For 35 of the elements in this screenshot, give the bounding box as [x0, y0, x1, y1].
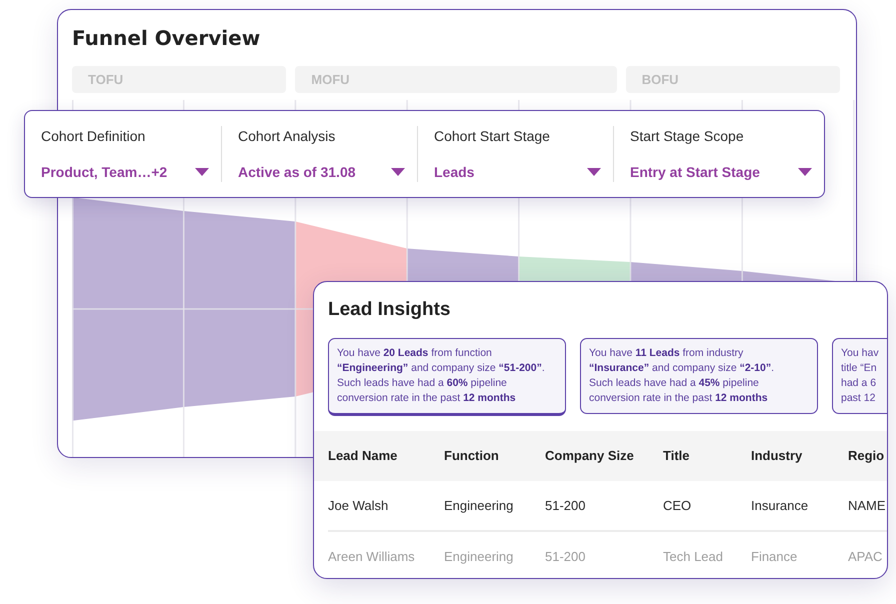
panel-title: Funnel Overview	[72, 26, 260, 50]
table-cell-text: Finance	[751, 548, 798, 566]
table-cell-text: 51-200	[545, 496, 586, 515]
panel-title: Lead Insights	[328, 299, 452, 321]
filter-dropdown[interactable]: Product, Team…+2	[41, 162, 209, 182]
insight-card[interactable]: You have 20 Leads from function “Engineering” and company size “51-200”. Such leads have had a 60% pipeline conversion rate in the past 12 months	[328, 338, 566, 416]
caret-icon	[195, 168, 209, 176]
table-cell-text: Tech Lead	[663, 548, 723, 566]
filter-dropdown[interactable]: Entry at Start Stage	[630, 162, 812, 182]
caret-icon	[798, 168, 812, 176]
column-header: Company Size	[545, 447, 634, 466]
caret-icon	[391, 168, 405, 176]
column-header: Title	[663, 447, 690, 466]
filter-label: Start Stage Scope	[630, 127, 744, 146]
insight-card[interactable]: You hav title “En had a 6 past 12	[832, 338, 887, 414]
table-cell-text: Engineering	[444, 496, 514, 515]
column-header: Lead Name	[328, 447, 398, 466]
table-cell-text: Joe Walsh	[328, 496, 388, 515]
filter-label: Cohort Definition	[41, 127, 146, 146]
filter-label: Cohort Start Stage	[434, 127, 550, 146]
column-header: Industry	[751, 447, 802, 466]
table-cell-text: Insurance	[751, 496, 808, 515]
table-cell-text: 51-200	[545, 548, 586, 566]
table-cell-text: CEO	[663, 496, 692, 515]
table-cell-text: APAC	[848, 548, 882, 566]
insight-card[interactable]: You have 11 Leads from industry “Insurance” and company size “2-10”. Such leads have had a 45% pipeline conversion rate in the past 12 months	[580, 338, 818, 414]
column-header: Regio	[848, 447, 884, 466]
filter-dropdown[interactable]: Active as of 31.08	[238, 162, 405, 182]
table-cell-text: Engineering	[444, 548, 514, 566]
column-header: Function	[444, 447, 499, 466]
table-cell-text: Areen Williams	[328, 548, 415, 566]
filter-label: Cohort Analysis	[238, 127, 336, 146]
caret-icon	[587, 168, 601, 176]
filter-dropdown[interactable]: Leads	[434, 162, 601, 182]
table-cell-text: NAME	[848, 496, 886, 515]
